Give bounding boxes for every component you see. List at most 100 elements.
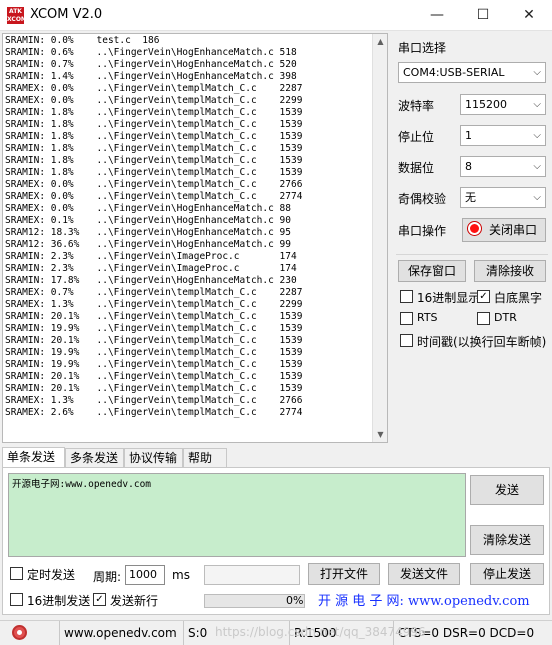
dtr-checkbox[interactable] [477,312,490,325]
timed-send-label: 定时发送 [27,568,76,582]
console-line: SRAMEX: 0.0% ..\FingerVein\templMatch_C.… [5,191,303,202]
open-file-button[interactable]: 打开文件 [308,563,380,585]
close-port-label: 关闭串口 [488,223,537,237]
gear-icon[interactable] [12,625,27,640]
timestamp-checkbox[interactable] [400,334,413,347]
parity-label: 奇偶校验 [398,192,447,206]
data-bits-label: 数据位 [398,161,435,175]
console-line: SRAMIN: 20.1% ..\FingerVein\templMatch_C… [5,311,303,322]
scroll-down-icon[interactable]: ▼ [373,427,387,442]
rts-checkbox[interactable] [400,312,413,325]
port-operation-label: 串口操作 [398,224,447,238]
title-bar: ATK XCOM XCOM V2.0 — ☐ ✕ [0,0,552,31]
baud-select[interactable]: 115200 ⌵ [460,94,546,115]
website-link[interactable]: www.openedv.com [60,621,184,645]
timestamp-label: 时间戳(以换行回车断帧) [417,335,547,349]
rts-label: RTS [417,311,438,324]
console-line: SRAM12: 18.3% ..\FingerVein\HogEnhanceMa… [5,227,291,238]
send-file-button[interactable]: 发送文件 [388,563,460,585]
app-logo-icon: ATK XCOM [7,7,27,24]
chevron-down-icon: ⌵ [533,67,541,78]
tab-help[interactable]: 帮助 [183,448,227,467]
hex-send-label: 16进制发送 [27,594,91,608]
console-line: SRAMIN: 1.8% ..\FingerVein\templMatch_C.… [5,119,303,130]
console-line: SRAMIN: 0.0% test.c 186 [5,35,160,46]
port-select[interactable]: COM4:USB-SERIAL ⌵ [398,62,546,83]
console-line: SRAMIN: 0.7% ..\FingerVein\HogEnhanceMat… [5,59,297,70]
hex-display-label: 16进制显示 [417,291,481,305]
url-watermark: https://blog.csdn.net/qq_38474996 [215,625,426,639]
parity-value: 无 [465,191,476,204]
file-path-field[interactable] [204,565,300,585]
chevron-down-icon: ⌵ [533,99,541,110]
stop-send-button[interactable]: 停止发送 [470,563,544,585]
send-button[interactable]: 发送 [470,475,544,505]
console-line: SRAMIN: 2.3% ..\FingerVein\ImageProc.c 1… [5,251,297,262]
save-window-button[interactable]: 保存窗口 [398,260,466,282]
tab-single-send[interactable]: 单条发送 [2,447,65,468]
period-input[interactable]: 1000 [125,565,165,585]
chevron-down-icon: ⌵ [533,192,541,203]
timed-send-checkbox[interactable] [10,567,23,580]
console-line: SRAMIN: 17.8% ..\FingerVein\HogEnhanceMa… [5,275,297,286]
receive-console[interactable]: SRAMIN: 0.0% test.c 186 SRAMIN: 0.6% ..\F… [2,33,388,443]
console-line: SRAMEX: 0.0% ..\FingerVein\templMatch_C.… [5,83,303,94]
port-status-icon [468,222,481,235]
console-line: SRAMIN: 19.9% ..\FingerVein\templMatch_C… [5,359,303,370]
clear-send-button[interactable]: 清除发送 [470,525,544,555]
settings-status-cell[interactable] [0,621,60,645]
console-line: SRAMIN: 1.8% ..\FingerVein\templMatch_C.… [5,107,303,118]
console-line: SRAM12: 36.6% ..\FingerVein\HogEnhanceMa… [5,239,291,250]
stop-bits-label: 停止位 [398,130,435,144]
white-background-label: 白底黑字 [494,291,543,305]
console-line: SRAMIN: 1.8% ..\FingerVein\templMatch_C.… [5,155,303,166]
data-bits-value: 8 [465,160,472,173]
port-select-value: COM4:USB-SERIAL [403,66,505,79]
console-line: SRAMIN: 2.3% ..\FingerVein\ImageProc.c 1… [5,263,297,274]
console-line: SRAMIN: 0.6% ..\FingerVein\HogEnhanceMat… [5,47,297,58]
progress-percent: 0% [286,594,304,607]
tab-protocol[interactable]: 协议传输 [124,448,183,467]
chevron-down-icon: ⌵ [533,161,541,172]
console-line: SRAMIN: 1.8% ..\FingerVein\templMatch_C.… [5,131,303,142]
port-select-label: 串口选择 [398,41,447,55]
tab-multi-send[interactable]: 多条发送 [65,448,124,467]
console-line: SRAMIN: 20.1% ..\FingerVein\templMatch_C… [5,335,303,346]
scroll-up-icon[interactable]: ▲ [373,34,387,49]
chevron-down-icon: ⌵ [533,130,541,141]
parity-select[interactable]: 无 ⌵ [460,187,546,208]
console-line: SRAMEX: 1.3% ..\FingerVein\templMatch_C.… [5,395,303,406]
console-line: SRAMIN: 20.1% ..\FingerVein\templMatch_C… [5,371,303,382]
data-bits-select[interactable]: 8 ⌵ [460,156,546,177]
console-line: SRAMEX: 1.3% ..\FingerVein\templMatch_C.… [5,299,303,310]
console-line: SRAMEX: 0.0% ..\FingerVein\templMatch_C.… [5,179,303,190]
stop-bits-value: 1 [465,129,472,142]
stop-bits-select[interactable]: 1 ⌵ [460,125,546,146]
console-line: SRAMIN: 19.9% ..\FingerVein\templMatch_C… [5,323,303,334]
send-text-area[interactable]: 开源电子网:www.openedv.com [8,473,466,557]
console-line: SRAMEX: 0.0% ..\FingerVein\HogEnhanceMat… [5,203,291,214]
console-line: SRAMEX: 2.6% ..\FingerVein\templMatch_C.… [5,407,303,418]
maximize-button[interactable]: ☐ [460,0,506,31]
period-unit: ms [172,568,190,582]
baud-value: 115200 [465,98,507,111]
minimize-button[interactable]: — [414,0,460,31]
console-line: SRAMEX: 0.0% ..\FingerVein\templMatch_C.… [5,95,303,106]
vertical-scrollbar[interactable]: ▲ ▼ [372,34,387,442]
hex-send-checkbox[interactable] [10,593,23,606]
send-newline-label: 发送新行 [110,594,159,608]
close-button[interactable]: ✕ [506,0,552,31]
console-text: SRAMIN: 0.0% test.c 186 SRAMIN: 0.6% ..\F… [5,35,302,419]
clear-receive-button[interactable]: 清除接收 [474,260,546,282]
divider [396,254,548,255]
console-line: SRAMIN: 1.8% ..\FingerVein\templMatch_C.… [5,143,303,154]
console-line: SRAMIN: 20.1% ..\FingerVein\templMatch_C… [5,383,303,394]
window-title: XCOM V2.0 [30,7,103,22]
white-background-checkbox[interactable]: ✓ [477,290,490,303]
baud-label: 波特率 [398,99,435,113]
dtr-label: DTR [494,311,517,324]
send-newline-checkbox[interactable]: ✓ [93,593,106,606]
site-watermark: 开 源 电 子 网: www.openedv.com [318,594,530,609]
console-line: SRAMIN: 1.4% ..\FingerVein\HogEnhanceMat… [5,71,297,82]
hex-display-checkbox[interactable] [400,290,413,303]
